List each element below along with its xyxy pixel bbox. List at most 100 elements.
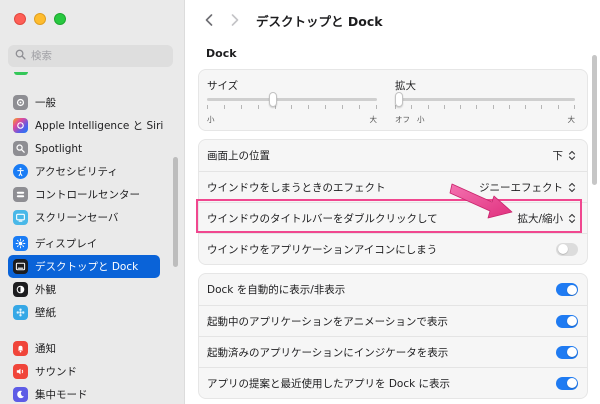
sidebar-item-label: 壁紙 bbox=[35, 307, 56, 319]
row-double-click-titlebar: ウインドウのタイトルバーをダブルクリックして 拡大/縮小 bbox=[199, 202, 587, 233]
sidebar-item-accessibility[interactable]: アクセシビリティ bbox=[8, 160, 160, 183]
dock-settings: Dock サイズ 小 大 拡大 オフ 小 大 画面上の位置 下 ウインドウをしま… bbox=[198, 40, 588, 399]
dock-sliders-group: サイズ 小 大 拡大 オフ 小 大 bbox=[198, 69, 588, 131]
row-label: 起動中のアプリケーションをアニメーションで表示 bbox=[207, 315, 448, 328]
magnification-slider-thumb[interactable] bbox=[395, 92, 403, 107]
close-button[interactable] bbox=[14, 13, 26, 25]
row-label: 画面上の位置 bbox=[207, 150, 270, 162]
wallpaper-icon bbox=[13, 305, 28, 320]
control-center-icon bbox=[13, 187, 28, 202]
sidebar-item-sound[interactable]: サウンド bbox=[8, 360, 160, 383]
sidebar-item-label: デスクトップと Dock bbox=[35, 261, 139, 273]
row-show-suggested-recent-apps: アプリの提案と最近使用したアプリを Dock に表示 bbox=[199, 367, 587, 398]
row-auto-hide-dock: Dock を自動的に表示/非表示 bbox=[199, 274, 587, 305]
auto-hide-dock-toggle[interactable] bbox=[556, 283, 578, 296]
popup-value: ジニーエフェクト bbox=[479, 181, 563, 194]
search-input[interactable] bbox=[31, 50, 161, 62]
row-position-on-screen: 画面上の位置 下 bbox=[199, 140, 587, 171]
appearance-icon bbox=[13, 282, 28, 297]
magnification-off-label: オフ bbox=[395, 115, 410, 124]
search-field[interactable] bbox=[8, 45, 173, 67]
sidebar-item-desktop-and-dock[interactable]: デスクトップと Dock bbox=[8, 255, 160, 278]
size-slider-track[interactable] bbox=[207, 98, 377, 101]
row-label: ウインドウのタイトルバーをダブルクリックして bbox=[207, 212, 438, 225]
sidebar-item-label: コントロールセンター bbox=[35, 189, 140, 201]
sidebar-item-appearance[interactable]: 外観 bbox=[8, 278, 160, 301]
scrolled-item-edge bbox=[14, 72, 28, 75]
sidebar-item-label: ディスプレイ bbox=[35, 238, 98, 250]
dock-behavior-group: Dock を自動的に表示/非表示 起動中のアプリケーションをアニメーションで表示… bbox=[198, 273, 588, 399]
sidebar-item-label: 集中モード bbox=[35, 389, 88, 401]
position-popup[interactable]: 下 bbox=[553, 148, 579, 163]
sidebar-item-focus[interactable]: 集中モード bbox=[8, 383, 160, 404]
sidebar-item-label: 一般 bbox=[35, 97, 56, 109]
sidebar-item-screensaver[interactable]: スクリーンセーバ bbox=[8, 206, 160, 229]
chevron-up-down-icon bbox=[566, 212, 578, 224]
sidebar-item-apple-intelligence[interactable]: Apple Intelligence と Siri bbox=[8, 114, 163, 137]
sidebar-item-spotlight[interactable]: Spotlight bbox=[8, 137, 160, 160]
back-button[interactable] bbox=[200, 10, 218, 30]
size-min-label: 小 bbox=[207, 115, 215, 124]
magnification-slider-block: 拡大 オフ 小 大 bbox=[395, 78, 575, 124]
system-settings-window: 一般 Apple Intelligence と Siri Spotlight ア… bbox=[0, 0, 600, 404]
magnification-label: 拡大 bbox=[395, 80, 416, 92]
window-controls bbox=[14, 13, 66, 25]
sidebar-item-label: 通知 bbox=[35, 343, 56, 355]
sidebar-group-general: 一般 Apple Intelligence と Siri Spotlight ア… bbox=[8, 91, 163, 229]
popup-value: 拡大/縮小 bbox=[517, 212, 563, 225]
accessibility-icon bbox=[13, 164, 28, 179]
speaker-icon bbox=[13, 364, 28, 379]
bell-icon bbox=[13, 341, 28, 356]
row-label: ウインドウをしまうときのエフェクト bbox=[207, 181, 386, 194]
chevron-up-down-icon bbox=[566, 150, 578, 162]
popup-value: 下 bbox=[552, 150, 564, 162]
sidebar-item-general[interactable]: 一般 bbox=[8, 91, 160, 114]
sidebar-item-control-center[interactable]: コントロールセンター bbox=[8, 183, 160, 206]
page-title: デスクトップと Dock bbox=[256, 13, 383, 29]
row-minimize-into-app-icon: ウインドウをアプリケーションアイコンにしまう bbox=[199, 233, 587, 264]
apple-intelligence-icon bbox=[13, 118, 28, 133]
toolbar: デスクトップと Dock bbox=[186, 0, 600, 40]
row-minimize-effect: ウインドウをしまうときのエフェクト ジニーエフェクト bbox=[199, 171, 587, 202]
show-indicators-toggle[interactable] bbox=[556, 345, 578, 359]
row-show-indicators: 起動済みのアプリケーションにインジケータを表示 bbox=[199, 336, 587, 367]
sidebar-item-label: サウンド bbox=[35, 366, 77, 378]
sidebar-item-display[interactable]: ディスプレイ bbox=[8, 232, 160, 255]
forward-button[interactable] bbox=[226, 10, 244, 30]
size-slider-block: サイズ 小 大 bbox=[207, 78, 377, 124]
sun-icon bbox=[13, 236, 28, 251]
magnifier-icon bbox=[13, 141, 28, 156]
chevron-up-down-icon bbox=[566, 181, 578, 193]
sidebar-group-display: ディスプレイ デスクトップと Dock 外観 壁紙 bbox=[8, 232, 160, 324]
magnification-slider-track[interactable] bbox=[395, 98, 575, 101]
minimize-into-app-icon-toggle[interactable] bbox=[556, 242, 578, 256]
row-label: 起動済みのアプリケーションにインジケータを表示 bbox=[207, 346, 449, 359]
animate-opening-apps-toggle[interactable] bbox=[556, 314, 578, 328]
size-label: サイズ bbox=[207, 80, 239, 92]
double-click-action-popup[interactable]: 拡大/縮小 bbox=[517, 211, 578, 226]
sidebar-item-notifications[interactable]: 通知 bbox=[8, 337, 160, 360]
minimize-button[interactable] bbox=[34, 13, 46, 25]
show-suggested-apps-toggle[interactable] bbox=[556, 376, 578, 390]
row-label: ウインドウをアプリケーションアイコンにしまう bbox=[207, 243, 438, 256]
sidebar: 一般 Apple Intelligence と Siri Spotlight ア… bbox=[0, 0, 185, 404]
main-scrollbar[interactable] bbox=[592, 55, 597, 185]
sidebar-item-label: スクリーンセーバ bbox=[35, 212, 119, 224]
size-max-label: 大 bbox=[369, 115, 378, 124]
size-slider-ticks bbox=[207, 105, 377, 109]
chevron-left-icon bbox=[205, 14, 213, 26]
moon-icon bbox=[13, 387, 28, 402]
dock-options-group: 画面上の位置 下 ウインドウをしまうときのエフェクト ジニーエフェクト ウインド… bbox=[198, 139, 588, 265]
size-slider-thumb[interactable] bbox=[268, 92, 277, 107]
row-label: アプリの提案と最近使用したアプリを Dock に表示 bbox=[207, 377, 451, 390]
dock-icon bbox=[13, 259, 28, 274]
main-pane: デスクトップと Dock Dock サイズ 小 大 拡大 オフ 小 大 画面上の… bbox=[186, 0, 600, 404]
minimize-effect-popup[interactable]: ジニーエフェクト bbox=[479, 180, 578, 195]
sidebar-item-label: アクセシビリティ bbox=[35, 166, 118, 178]
sidebar-scrollbar[interactable] bbox=[173, 157, 178, 267]
section-title-dock: Dock bbox=[206, 47, 237, 60]
sidebar-item-wallpaper[interactable]: 壁紙 bbox=[8, 301, 160, 324]
zoom-button[interactable] bbox=[54, 13, 66, 25]
search-icon bbox=[15, 49, 26, 63]
sidebar-group-notifications: 通知 サウンド 集中モード bbox=[8, 337, 160, 404]
